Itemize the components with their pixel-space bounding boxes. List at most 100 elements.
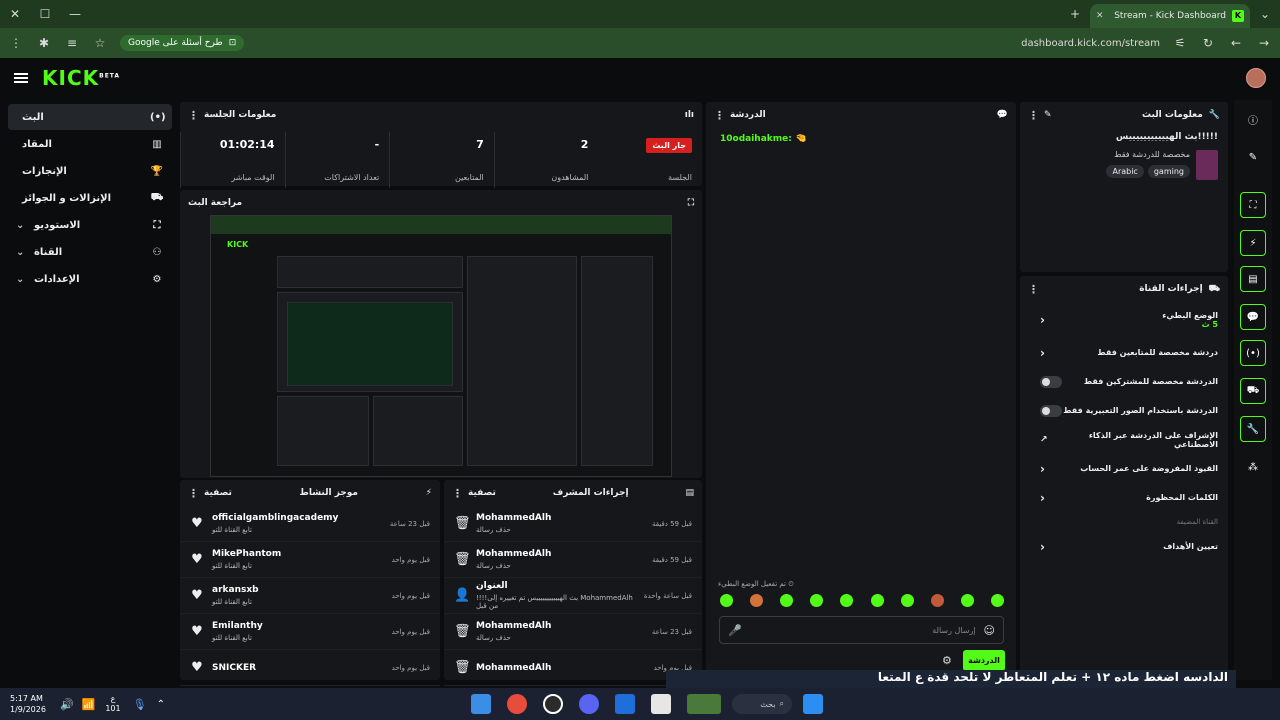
activity-menu-icon[interactable]: ⋮ xyxy=(188,487,199,500)
menu-dots-icon[interactable]: ⋮ xyxy=(8,36,24,50)
emote-icon[interactable] xyxy=(780,594,794,607)
lightning-toggle-icon[interactable]: ⚡ xyxy=(1240,230,1266,256)
chrome-icon[interactable] xyxy=(507,694,527,714)
slow-mode-action[interactable]: › الوضع البطيء 5 ث xyxy=(1020,302,1228,338)
emote-icon[interactable] xyxy=(840,594,854,607)
mod-filter-button[interactable]: تصفية xyxy=(468,488,496,498)
nav-item-settings[interactable]: ⌄ الإعدادات ⚙ xyxy=(8,266,172,292)
preview-toggle-icon[interactable]: ⛶ xyxy=(1240,192,1266,218)
maximize-window-icon[interactable]: ☐ xyxy=(30,7,60,21)
wifi-icon[interactable]: 📶 xyxy=(82,698,96,711)
forward-icon[interactable]: ← xyxy=(1228,36,1244,50)
files-icon[interactable] xyxy=(471,694,491,714)
nav-item-stream[interactable]: البث (•) xyxy=(8,104,172,130)
discord-icon[interactable] xyxy=(579,694,599,714)
live-status-button[interactable]: جار البث xyxy=(646,138,692,153)
mod-menu-icon[interactable]: ⋮ xyxy=(452,487,463,500)
taskbar-clock[interactable]: 5:17 AM 1/9/2026 xyxy=(10,693,46,715)
list-item[interactable]: 🗑 MohammedAlh حذف رسالة قبل 59 دقيقة xyxy=(444,542,702,578)
emotes-only-toggle[interactable] xyxy=(1040,404,1062,417)
list-item[interactable]: ♥ SNICKER قبل يوم واحد xyxy=(180,650,440,686)
mic-icon[interactable]: 🎙 xyxy=(133,698,147,711)
banned-words-action[interactable]: › الكلمات المحظورة xyxy=(1020,483,1228,512)
chat-settings-gear-icon[interactable]: ⚙ xyxy=(942,654,952,667)
nav-item-studio[interactable]: ⌄ الاستوديو ⛶ xyxy=(8,212,172,238)
ai-moderation-action[interactable]: ↗ الإشراف على الدردشة عبر الذكاء الاصطنا… xyxy=(1020,425,1228,454)
activity-filter-button[interactable]: تصفية xyxy=(204,488,232,498)
list-item[interactable]: 🗑 MohammedAlh قبل يوم واحد xyxy=(444,650,702,686)
user-avatar[interactable] xyxy=(1246,68,1266,88)
explorer-icon[interactable] xyxy=(651,694,671,714)
emote-icon[interactable] xyxy=(810,594,824,607)
chevron-up-icon[interactable]: ⌃ xyxy=(157,699,165,710)
edit-pencil-icon[interactable]: ✎ xyxy=(1240,144,1266,170)
chat-toggle-icon[interactable]: 💬 xyxy=(1240,304,1266,330)
list-item[interactable]: ♥ MikePhantom تابع القناة للتو قبل يوم وا… xyxy=(180,542,440,578)
stream-info-menu-icon[interactable]: ⋮ xyxy=(1028,109,1039,122)
channel-actions-toggle-icon[interactable]: ⛟ xyxy=(1240,378,1266,404)
emoji-icon[interactable]: ☺ xyxy=(984,624,995,637)
tab-menu-chevron-icon[interactable]: ⌄ xyxy=(1250,7,1280,21)
list-item[interactable]: ♥ officialgamblingacademy تابع القناة للت… xyxy=(180,506,440,542)
site-settings-icon[interactable]: ⚟ xyxy=(1172,36,1188,50)
store-icon[interactable] xyxy=(615,694,635,714)
subscribers-only-toggle[interactable] xyxy=(1040,375,1062,388)
hamburger-menu-icon[interactable] xyxy=(14,73,28,83)
new-tab-icon[interactable]: + xyxy=(1060,7,1090,21)
obs-icon[interactable] xyxy=(543,694,563,714)
language-indicator[interactable]: ع 101 xyxy=(105,694,120,714)
back-icon[interactable]: → xyxy=(1256,36,1272,50)
subscribers-only-action[interactable]: الدردشة مخصصة للمشتركين فقط xyxy=(1020,367,1228,396)
list-item[interactable]: 🗑 MohammedAlh حذف رسالة قبل 59 دقيقة xyxy=(444,506,702,542)
emote-icon[interactable] xyxy=(960,594,974,607)
chat-message[interactable]: 10odaihakme: 🤏 xyxy=(706,128,1016,150)
emote-icon[interactable] xyxy=(720,594,733,607)
chat-menu-icon[interactable]: ⋮ xyxy=(714,109,725,122)
nav-item-drops[interactable]: الإنزالات و الجوائز ⛟ xyxy=(8,185,172,211)
list-item[interactable]: ♥ Emilanthy تابع القناة للتو قبل يوم واحد xyxy=(180,614,440,650)
google-ask-pill[interactable]: Google طرح أسئلة على ⊡ xyxy=(120,35,245,51)
taskbar-search[interactable]: بحث ⌕ xyxy=(732,694,792,714)
mic-icon[interactable]: 🎤 xyxy=(728,624,742,637)
tab-close-icon[interactable]: ✕ xyxy=(1096,11,1104,21)
info-icon[interactable]: ⓘ xyxy=(1240,106,1266,132)
session-menu-icon[interactable]: ⋮ xyxy=(188,109,199,122)
edit-pencil-icon[interactable]: ✎ xyxy=(1044,110,1052,120)
list-item[interactable]: 🗑 MohammedAlh حذف رسالة قبل 23 ساعة xyxy=(444,614,702,650)
minimize-window-icon[interactable]: — xyxy=(60,7,90,21)
stream-preview-video[interactable]: KICK xyxy=(210,215,672,477)
chat-send-button[interactable]: الدردشة xyxy=(963,650,1005,671)
emotes-only-action[interactable]: الدردشة باستخدام الصور التعبيرية فقط xyxy=(1020,396,1228,425)
nav-item-achievements[interactable]: الإنجازات 🏆 xyxy=(8,158,172,184)
reload-icon[interactable]: ↻ xyxy=(1200,36,1216,50)
chat-username[interactable]: 10odaihakme: xyxy=(720,134,792,144)
chat-input[interactable]: 🎤 إرسال رسالة ☺ xyxy=(719,616,1004,644)
emote-icon[interactable] xyxy=(990,594,1004,607)
bookmark-star-icon[interactable]: ☆ xyxy=(92,36,108,50)
game-thumbnail-icon[interactable] xyxy=(687,694,721,714)
nodes-icon[interactable]: ⁂ xyxy=(1240,454,1266,480)
followers-only-action[interactable]: › دردشة مخصصة للمتابعين فقط xyxy=(1020,338,1228,367)
emote-icon[interactable] xyxy=(750,594,764,607)
extensions-icon[interactable]: ✱ xyxy=(36,36,52,50)
emote-icon[interactable] xyxy=(870,594,884,607)
document-toggle-icon[interactable]: ▤ xyxy=(1240,266,1266,292)
list-item[interactable]: ♥ arkansxb تابع القناة للتو قبل يوم واحد xyxy=(180,578,440,614)
channel-actions-menu-icon[interactable]: ⋮ xyxy=(1028,283,1039,296)
reading-list-icon[interactable]: ≡ xyxy=(64,36,80,50)
broadcast-toggle-icon[interactable]: (•) xyxy=(1240,340,1266,366)
close-window-icon[interactable]: ✕ xyxy=(0,7,30,21)
account-age-action[interactable]: › القيود المفروضة على عمر الحساب xyxy=(1020,454,1228,483)
url-text[interactable]: dashboard.kick.com/stream xyxy=(1021,38,1160,49)
windows-start-icon[interactable] xyxy=(803,694,823,714)
nav-item-channel[interactable]: ⌄ القناة ⚇ xyxy=(8,239,172,265)
volume-icon[interactable]: 🔊 xyxy=(60,698,74,711)
nav-item-content[interactable]: المقاد ▥ xyxy=(8,131,172,157)
emote-icon[interactable] xyxy=(900,594,914,607)
list-item[interactable]: 👤 العنوان !!!!بث الهيييييييييييس تم تغيير… xyxy=(444,578,702,614)
browser-tab[interactable]: ✕ Stream - Kick Dashboard K xyxy=(1090,4,1250,28)
kick-logo[interactable]: KICKBETA xyxy=(42,66,120,90)
set-goals-action[interactable]: › تعيين الأهداف xyxy=(1020,532,1228,561)
wrench-toggle-icon[interactable]: 🔧 xyxy=(1240,416,1266,442)
emote-icon[interactable] xyxy=(930,594,944,607)
